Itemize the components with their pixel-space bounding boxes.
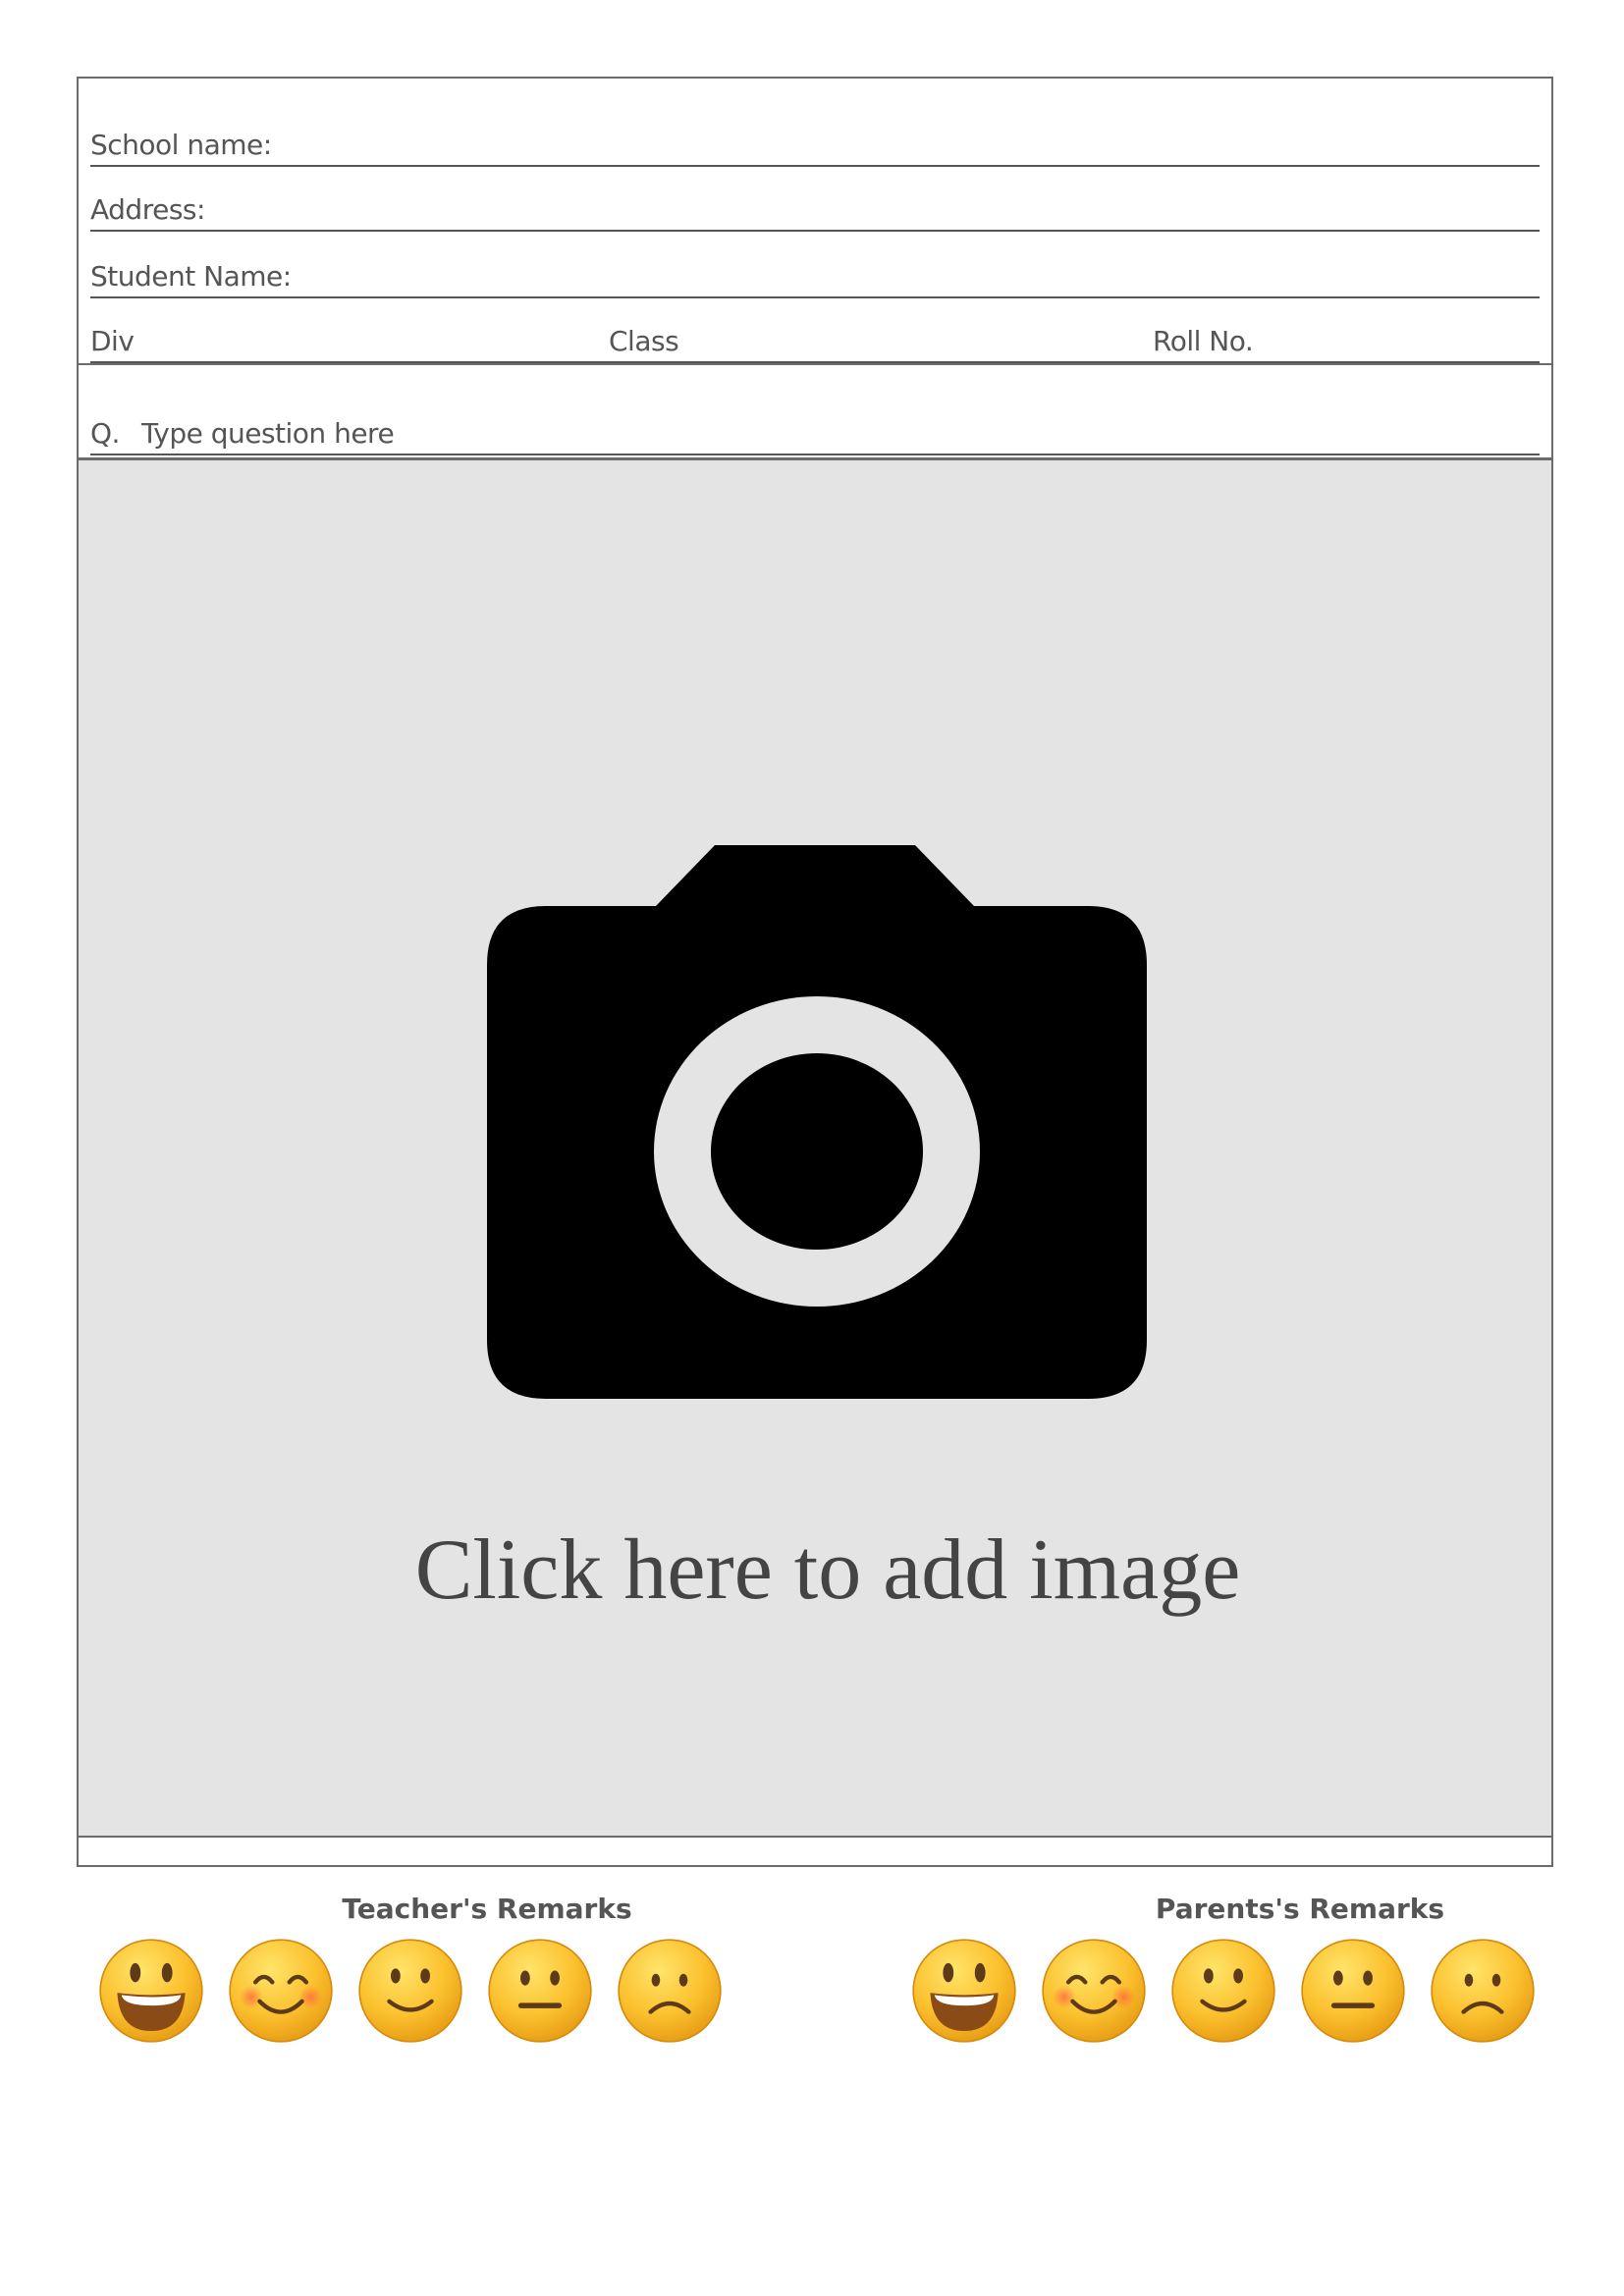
camera-icon	[487, 845, 1147, 1399]
slightly-smiling-face-icon[interactable]	[357, 1938, 463, 2044]
slightly-smiling-face-icon[interactable]	[1170, 1938, 1276, 2044]
div-class-roll-row[interactable]: Div Class Roll No.	[90, 298, 1540, 363]
div-label: Div	[90, 325, 135, 357]
teacher-remarks-title: Teacher's Remarks	[342, 1893, 632, 1925]
parent-remarks-title: Parents's Remarks	[1155, 1893, 1445, 1925]
smiling-blushing-face-icon[interactable]	[228, 1938, 334, 2044]
worksheet: School name: Address: Student Name: Div …	[77, 77, 1553, 1867]
grinning-face-icon[interactable]	[911, 1938, 1017, 2044]
remarks-section: Teacher's Remarks Parents's Remarks	[79, 1838, 1551, 2162]
roll-number-label: Roll No.	[1153, 325, 1254, 357]
class-label: Class	[609, 325, 679, 357]
neutral-face-icon[interactable]	[1300, 1938, 1406, 2044]
address-field[interactable]: Address:	[90, 167, 1540, 232]
school-name-label: School name:	[90, 129, 272, 161]
question-field[interactable]: Q. Type question here	[90, 389, 1540, 455]
frowning-face-icon[interactable]	[617, 1938, 723, 2044]
school-name-field[interactable]: School name:	[90, 102, 1540, 167]
question-number: Q.	[90, 417, 120, 450]
add-image-text[interactable]: Click here to add image	[79, 1521, 1551, 1620]
question-placeholder[interactable]: Type question here	[141, 417, 395, 450]
header-divider	[79, 363, 1551, 365]
neutral-face-icon[interactable]	[487, 1938, 593, 2044]
grinning-face-icon[interactable]	[98, 1938, 204, 2044]
student-name-label: Student Name:	[90, 260, 292, 293]
add-image-area[interactable]: Click here to add image	[79, 457, 1551, 1838]
address-label: Address:	[90, 193, 205, 226]
student-name-field[interactable]: Student Name:	[90, 234, 1540, 298]
frowning-face-icon[interactable]	[1430, 1938, 1536, 2044]
smiling-blushing-face-icon[interactable]	[1041, 1938, 1147, 2044]
